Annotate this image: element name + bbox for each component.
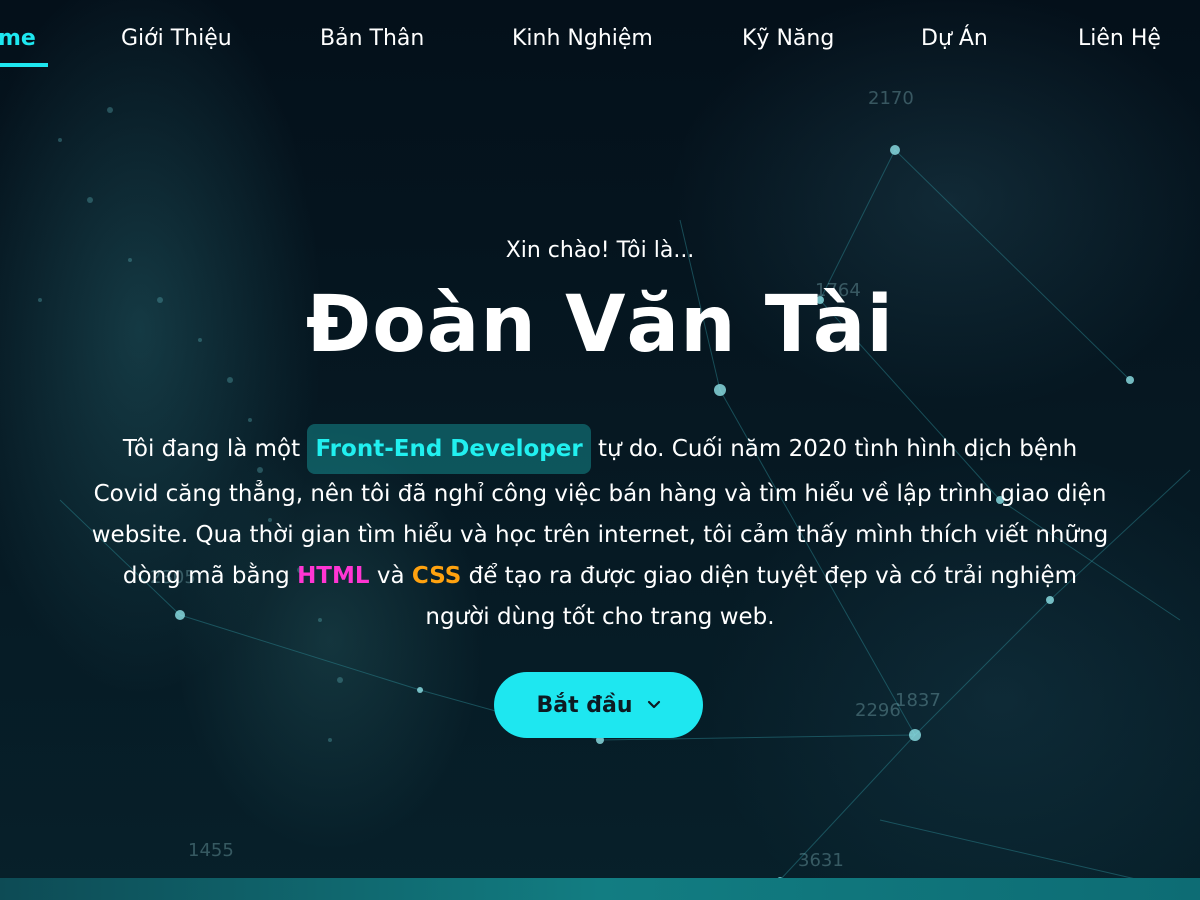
nav-item-lien-he[interactable]: Liên Hệ: [1078, 26, 1161, 58]
hero-description: Tôi đang là một Front-End Developer tự d…: [90, 424, 1110, 638]
bg-number: 2296: [855, 700, 901, 721]
bg-number: 2170: [868, 88, 914, 109]
nav-item-kinh-nghiem[interactable]: Kinh Nghiệm: [512, 26, 653, 58]
bg-number: 3631: [798, 850, 844, 871]
desc-text: để tạo ra được giao diện tuyệt đẹp và có…: [425, 563, 1078, 630]
start-button-label: Bắt đầu: [536, 692, 633, 718]
hero-greeting: Xin chào! Tôi là...: [505, 238, 695, 263]
nav-item-gioi-thieu[interactable]: Giới Thiệu: [121, 26, 232, 58]
css-keyword: CSS: [411, 563, 462, 589]
nav-item-du-an[interactable]: Dự Án: [921, 26, 988, 58]
start-button[interactable]: Bắt đầu: [494, 672, 703, 738]
hero-name: Đoàn Văn Tài: [305, 280, 895, 370]
role-highlight: Front-End Developer: [307, 424, 591, 474]
section-divider-bar: [0, 878, 1200, 900]
main-nav: me Giới Thiệu Bản Thân Kinh Nghiệm Kỹ Nă…: [0, 0, 1200, 80]
bg-number: 1455: [188, 840, 234, 861]
nav-item-home[interactable]: me: [0, 26, 36, 58]
desc-text: Tôi đang là một: [122, 436, 301, 462]
chevron-down-icon: [647, 700, 660, 709]
nav-item-ban-than[interactable]: Bản Thân: [320, 26, 424, 58]
nav-item-ky-nang[interactable]: Kỹ Năng: [742, 26, 834, 58]
desc-text: và: [376, 563, 405, 589]
bg-number: 1837: [895, 690, 941, 711]
html-keyword: HTML: [297, 563, 370, 589]
nav-active-indicator: [0, 63, 48, 67]
